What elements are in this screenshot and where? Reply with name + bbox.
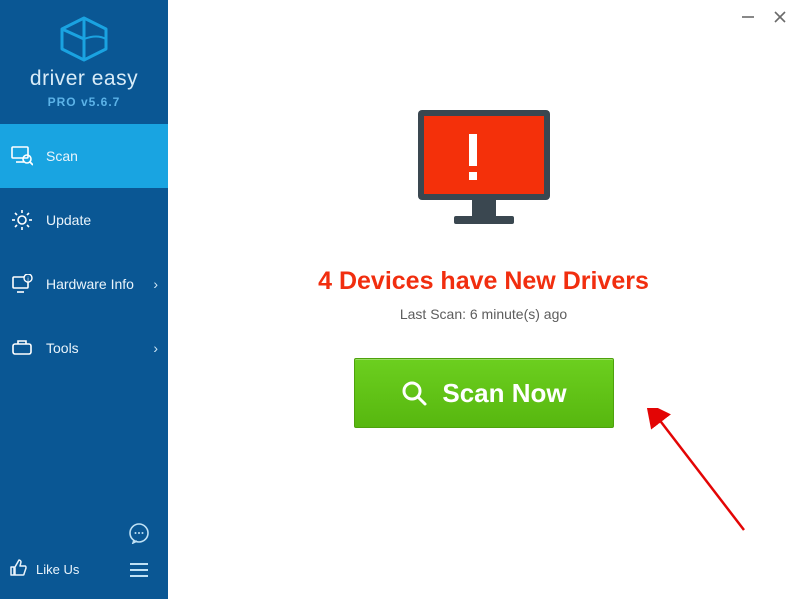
sidebar-item-tools[interactable]: Tools › [0,316,168,380]
monitor-search-icon [10,146,34,166]
sidebar-item-update[interactable]: Update [0,188,168,252]
annotation-arrow-icon [644,408,764,543]
scan-now-label: Scan Now [442,378,566,409]
tools-icon [10,338,34,358]
hardware-info-icon: i [10,274,34,294]
sidebar-item-scan[interactable]: Scan [0,124,168,188]
brand-name: driver easy [30,67,138,91]
scan-result-headline: 4 Devices have New Drivers [318,267,649,296]
window-controls [739,8,789,26]
like-us-label: Like Us [36,562,79,577]
sidebar-item-label: Tools [46,340,79,356]
alert-monitor-icon [409,104,559,239]
menu-icon[interactable] [128,562,150,583]
sidebar-item-label: Hardware Info [46,276,134,292]
close-button[interactable] [771,8,789,26]
sidebar-item-hardware-info[interactable]: i Hardware Info › [0,252,168,316]
main-panel: 4 Devices have New Drivers Last Scan: 6 … [168,0,799,599]
content: 4 Devices have New Drivers Last Scan: 6 … [168,0,799,428]
sidebar-item-label: Update [46,212,91,228]
brand-block: driver easy PRO v5.6.7 [0,0,168,124]
gear-icon [10,209,34,231]
like-us-button[interactable]: Like Us [8,558,79,581]
thumbs-up-icon [8,558,28,581]
last-scan-text: Last Scan: 6 minute(s) ago [400,306,567,322]
minimize-button[interactable] [739,8,757,26]
sidebar: driver easy PRO v5.6.7 Scan Update i [0,0,168,599]
nav: Scan Update i Hardware Info › Tools [0,124,168,380]
feedback-icon[interactable] [128,522,150,549]
logo-icon [57,15,111,63]
app-window: driver easy PRO v5.6.7 Scan Update i [0,0,799,599]
chevron-right-icon: › [153,340,158,356]
chevron-right-icon: › [153,276,158,292]
scan-now-button[interactable]: Scan Now [354,358,614,428]
brand-version: PRO v5.6.7 [48,95,121,109]
sidebar-item-label: Scan [46,148,78,164]
sidebar-footer: Like Us [0,519,168,599]
search-icon [400,379,428,407]
svg-text:i: i [27,277,28,283]
